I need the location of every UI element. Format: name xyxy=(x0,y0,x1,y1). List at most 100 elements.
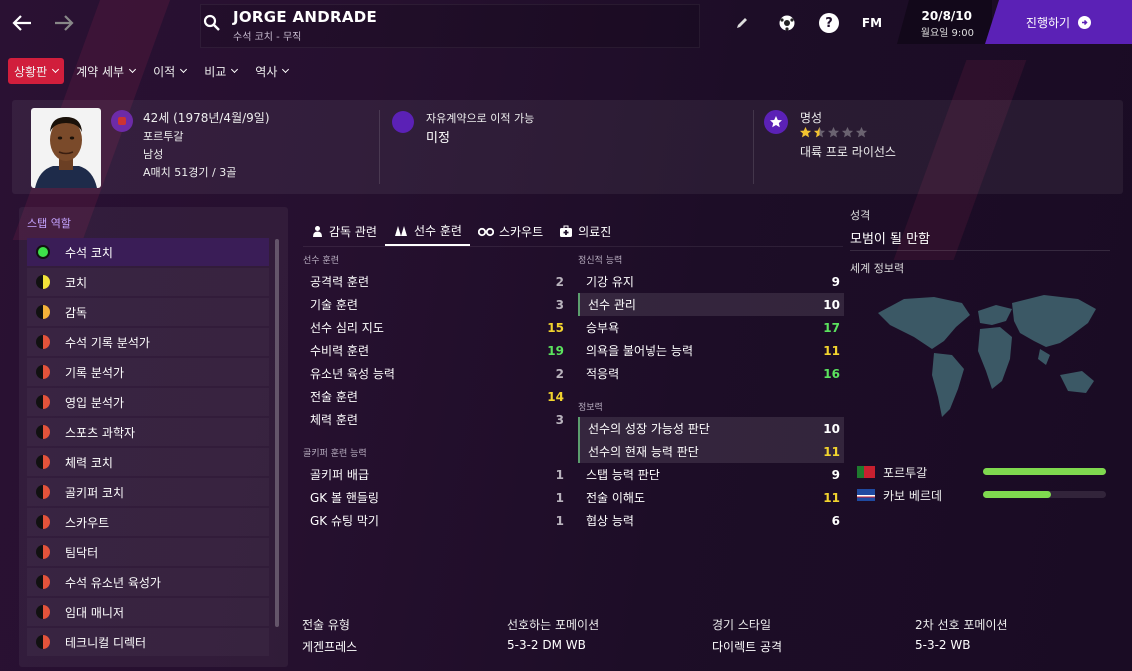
transfer-value: 미정 xyxy=(426,131,450,146)
role-item[interactable]: 수석 코치 xyxy=(27,238,269,266)
club-badge-button[interactable] xyxy=(776,12,798,34)
role-fit-icon xyxy=(36,485,50,499)
attribute-value: 15 xyxy=(547,320,564,335)
tabs-underline xyxy=(303,246,843,247)
attribute-value: 2 xyxy=(555,366,564,381)
tab-coaching[interactable]: 선수 훈련 xyxy=(384,216,470,246)
reputation-stars xyxy=(799,126,868,139)
search-box[interactable]: JORGE ANDRADE 수석 코치 - 무직 xyxy=(200,4,700,48)
attribute-row: 선수의 현재 능력 판단 11 xyxy=(578,440,844,463)
flag-cape-verde-icon xyxy=(857,489,875,501)
star-empty-icon xyxy=(827,126,840,138)
menu-overview[interactable]: 상황판 xyxy=(8,58,65,84)
help-icon: ? xyxy=(819,13,839,33)
attribute-value: 11 xyxy=(823,343,840,358)
menu-label: 계약 세부 xyxy=(76,64,125,79)
role-item[interactable]: 기록 분석가 xyxy=(27,358,269,386)
attribute-value: 11 xyxy=(823,490,840,505)
age-text: 42세 (1978년/4월/9일) xyxy=(143,111,270,125)
chevron-down-icon xyxy=(231,65,239,74)
profile-info-panel: 42세 (1978년/4월/9일) 포르투갈 남성 A매치 51경기 / 3골 … xyxy=(12,100,1123,194)
nation-row: 카보 베르데 xyxy=(850,485,1112,505)
menu-compare[interactable]: 비교 xyxy=(198,58,243,84)
date-text: 20/8/10 xyxy=(921,9,972,23)
tab-medical[interactable]: 의료진 xyxy=(551,216,619,246)
tab-scouting[interactable]: 스카우트 xyxy=(470,216,551,246)
role-item[interactable]: 스카우트 xyxy=(27,508,269,536)
role-label: 코치 xyxy=(65,275,88,290)
staff-roles-title: 스탭 역할 xyxy=(27,217,71,230)
back-button[interactable] xyxy=(9,10,35,36)
section-title-knowledge: 정보력 xyxy=(578,403,603,413)
menu-history[interactable]: 역사 xyxy=(249,58,294,84)
scrollbar[interactable] xyxy=(275,239,279,627)
attribute-row: 적응력 16 xyxy=(578,362,844,385)
arrow-left-icon xyxy=(12,15,31,31)
attribute-row: 유소년 육성 능력 2 xyxy=(302,362,568,385)
menu-label: 상황판 xyxy=(14,64,48,79)
attribute-row: 체력 훈련 3 xyxy=(302,408,568,431)
role-fit-icon xyxy=(36,575,50,589)
attribute-row: 기강 유지 9 xyxy=(578,270,844,293)
role-label: 수석 코치 xyxy=(65,245,113,260)
transfer-label: 자유계약으로 이적 가능 xyxy=(426,112,535,125)
role-item[interactable]: 골키퍼 코치 xyxy=(27,478,269,506)
tactic-value: 5-3-2 DM WB xyxy=(507,638,586,652)
attribute-row: 선수 관리 10 xyxy=(578,293,844,316)
nationality-text: 포르투갈 xyxy=(143,130,184,143)
reputation-label: 명성 xyxy=(800,111,823,125)
attribute-label: 승부욕 xyxy=(586,321,620,335)
transfer-status-icon xyxy=(392,111,414,133)
attribute-value: 2 xyxy=(555,274,564,289)
attribute-row: 승부욕 17 xyxy=(578,316,844,339)
tactic-value: 5-3-2 WB xyxy=(915,638,971,652)
cones-icon xyxy=(394,225,407,236)
divider xyxy=(379,110,380,184)
tab-label: 감독 관련 xyxy=(329,224,377,239)
role-label: 스카우트 xyxy=(65,515,110,530)
role-item[interactable]: 영입 분석가 xyxy=(27,388,269,416)
role-item[interactable]: 수석 유소년 육성가 xyxy=(27,568,269,596)
role-item[interactable]: 스포츠 과학자 xyxy=(27,418,269,446)
role-item[interactable]: 수석 기록 분석가 xyxy=(27,328,269,356)
arrow-circle-icon xyxy=(1078,15,1092,29)
personality-value: 모범이 될 만함 xyxy=(850,232,931,247)
role-item[interactable]: 테크니컬 디렉터 xyxy=(27,628,269,656)
attribute-label: GK 슈팅 막기 xyxy=(310,514,379,528)
edit-button[interactable] xyxy=(732,12,752,34)
tactic-value: 다이렉트 공격 xyxy=(712,640,783,654)
nation-row: 포르투갈 xyxy=(850,462,1112,482)
world-knowledge-label: 세계 정보력 xyxy=(850,262,905,275)
help-button[interactable]: ? xyxy=(818,12,840,34)
attribute-row: 전술 이해도 11 xyxy=(578,486,844,509)
menu-transfer[interactable]: 이적 xyxy=(147,58,192,84)
attribute-label: 기강 유지 xyxy=(586,275,634,289)
tactic-label: 경기 스타일 xyxy=(712,618,772,632)
role-label: 체력 코치 xyxy=(65,455,113,470)
role-item[interactable]: 임대 매니저 xyxy=(27,598,269,626)
menu-label: 비교 xyxy=(204,64,227,79)
role-item[interactable]: 코치 xyxy=(27,268,269,296)
continue-button[interactable]: 진행하기 xyxy=(985,0,1132,44)
role-item[interactable]: 팀닥터 xyxy=(27,538,269,566)
tactic-label: 선호하는 포메이션 xyxy=(507,618,600,632)
tab-manager[interactable]: 감독 관련 xyxy=(303,216,385,246)
role-label: 수석 기록 분석가 xyxy=(65,335,150,350)
attribute-label: 선수 관리 xyxy=(588,298,636,312)
attribute-row: 기술 훈련 3 xyxy=(302,293,568,316)
date-display[interactable]: 20/8/10 월요일 9:00 xyxy=(897,0,992,44)
forward-button[interactable] xyxy=(51,10,77,36)
continue-label: 진행하기 xyxy=(1025,15,1071,30)
attribute-value: 16 xyxy=(823,366,840,381)
menu-contract[interactable]: 계약 세부 xyxy=(70,58,141,84)
attribute-value: 14 xyxy=(547,389,564,404)
attribute-label: GK 볼 핸들링 xyxy=(310,491,379,505)
role-item[interactable]: 체력 코치 xyxy=(27,448,269,476)
role-item[interactable]: 감독 xyxy=(27,298,269,326)
attribute-label: 협상 능력 xyxy=(586,514,634,528)
divider xyxy=(850,250,1110,251)
attribute-row: GK 슈팅 막기 1 xyxy=(302,509,568,532)
fm-menu-button[interactable]: FM xyxy=(858,12,886,34)
attribute-value: 1 xyxy=(555,513,564,528)
attribute-row: 공격력 훈련 2 xyxy=(302,270,568,293)
